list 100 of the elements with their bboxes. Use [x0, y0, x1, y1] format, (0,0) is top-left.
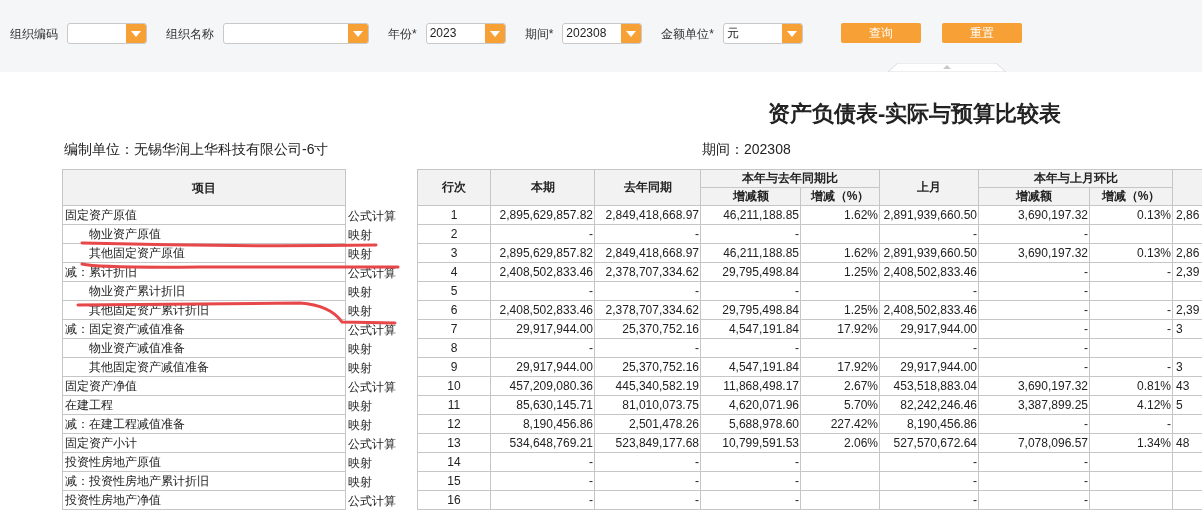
table-cell: 2: [417, 224, 491, 244]
table-cell: -: [490, 281, 595, 301]
table-cell-text: 映射: [347, 397, 372, 415]
select-field[interactable]: 2023: [425, 23, 506, 44]
table-cell: 29,917,944.00: [490, 319, 595, 339]
table-cell-text: 公式计算: [347, 378, 396, 396]
table-cell: 减：在建工程减值准备: [62, 415, 346, 434]
table-cell: -: [978, 338, 1090, 358]
dropdown-button[interactable]: [621, 24, 642, 43]
table-cell: 在建工程: [62, 396, 346, 415]
table-cell: 16: [417, 490, 491, 510]
select-field[interactable]: [67, 23, 147, 44]
table-cell: 0.13%: [1089, 243, 1173, 263]
table-cell: 4,547,191.84: [700, 319, 801, 339]
table-cell: 14: [417, 452, 491, 472]
table-cell: 8,190,456.86: [490, 414, 595, 434]
dropdown-button[interactable]: [782, 24, 802, 43]
table-cell: 85,630,145.71: [490, 395, 595, 415]
table-cell: 17.92%: [800, 319, 880, 339]
table-cell: 3: [417, 243, 491, 263]
table-cell: 2,408,502,833.46: [490, 262, 595, 282]
table-cell: 5,688,978.60: [700, 414, 801, 434]
table-cell: 46,211,188.85: [700, 205, 801, 225]
collapse-handle[interactable]: [888, 63, 1006, 72]
table-cell: 29,917,944.00: [879, 357, 979, 377]
table-cell: 其他固定资产减值准备: [62, 358, 346, 377]
table-cell: 2,408,502,833.46: [879, 300, 979, 320]
table-cell: -: [700, 224, 801, 244]
select-field[interactable]: 元: [723, 23, 803, 44]
table-cell: 445,340,582.19: [594, 376, 701, 396]
org-line: 编制单位：无锡华润上华科技有限公司-6寸: [63, 140, 330, 157]
table-cell: -: [700, 452, 801, 472]
table-cell: 1.25%: [800, 300, 880, 320]
report-title: 资产负债表-实际与预算比较表: [768, 100, 1063, 128]
table-cell: 减：投资性房地产累计折旧: [62, 472, 346, 491]
table-cell: 11,868,498.17: [700, 376, 801, 396]
table-cell-text: 映射: [347, 226, 372, 244]
table-cell: -: [594, 281, 701, 301]
table-cell: -: [700, 471, 801, 491]
table-cell-text: 公式计算: [347, 264, 396, 282]
column-header: 上月: [879, 169, 979, 206]
table-cell: 12: [417, 414, 491, 434]
filter-label: 年份*: [388, 25, 417, 43]
table-cell: 534,648,769.21: [490, 433, 595, 453]
table-cell: -: [594, 452, 701, 472]
table-cell: -: [879, 281, 979, 301]
table-cell: 457,209,080.36: [490, 376, 595, 396]
dropdown-button[interactable]: [126, 24, 146, 43]
column-header: 去年同期: [594, 169, 701, 206]
table-cell: 2,895,629,857.82: [490, 243, 595, 263]
dropdown-button[interactable]: [348, 24, 368, 43]
table-cell: -: [978, 471, 1090, 491]
caret-down-icon: [626, 30, 637, 37]
table-cell: 2,849,418,668.97: [594, 243, 701, 263]
table-cell: 2,849,418,668.97: [594, 205, 701, 225]
table-cell: 其他固定资产原值: [62, 244, 346, 263]
period-line: 期间：202308: [702, 140, 791, 157]
table-cell: 4,547,191.84: [700, 357, 801, 377]
table-cell: 29,795,498.84: [700, 300, 801, 320]
table-cell: 25,370,752.16: [594, 357, 701, 377]
table-cell: -: [1089, 319, 1173, 339]
table-cell: 物业资产累计折旧: [62, 282, 346, 301]
table-cell: 3,690,197.32: [978, 205, 1090, 225]
table-cell: -: [490, 471, 595, 491]
table-cell: 17.92%: [800, 357, 880, 377]
table-cell: 固定资产小计: [62, 434, 346, 453]
table-cell: -: [879, 471, 979, 491]
table-cell: -: [1089, 414, 1173, 434]
table-cell: 7: [417, 319, 491, 339]
table-cell: 2,895,629,857.82: [490, 205, 595, 225]
select-field[interactable]: [223, 23, 369, 44]
table-cell: 投资性房地产原值: [62, 453, 346, 472]
table-cell: 7,078,096.57: [978, 433, 1090, 453]
table-cell-text: 公式计算: [347, 492, 396, 510]
table-cell: 1.62%: [800, 243, 880, 263]
table-cell: 453,518,883.04: [879, 376, 979, 396]
table-cell-text: 映射: [347, 416, 372, 434]
table-cell: 29,795,498.84: [700, 262, 801, 282]
table-cell: -: [978, 490, 1090, 510]
table-cell: 2.67%: [800, 376, 880, 396]
table-cell: -: [978, 300, 1090, 320]
dropdown-button[interactable]: [484, 24, 505, 43]
filter-label: 期间*: [524, 25, 554, 43]
table-cell-text: 映射: [347, 245, 372, 263]
filter-label: 金额单位*: [661, 25, 714, 43]
table-cell: 13: [417, 433, 491, 453]
table-cell: 82,242,246.46: [879, 395, 979, 415]
table-cell-text: 公式计算: [347, 207, 396, 225]
table-cell: -: [978, 319, 1090, 339]
table-cell: 46,211,188.85: [700, 243, 801, 263]
filter-label: 组织名称: [166, 25, 214, 43]
column-header: 本年与上月环比: [978, 169, 1173, 188]
column-header: 行次: [417, 169, 491, 206]
select-field[interactable]: 202308: [562, 23, 643, 44]
table-cell: 9: [417, 357, 491, 377]
table-cell: 523,849,177.68: [594, 433, 701, 453]
table-cell-text: 映射: [347, 473, 372, 491]
table-cell: 25,370,752.16: [594, 319, 701, 339]
table-cell: 3,387,899.25: [978, 395, 1090, 415]
table-cell: 527,570,672.64: [879, 433, 979, 453]
